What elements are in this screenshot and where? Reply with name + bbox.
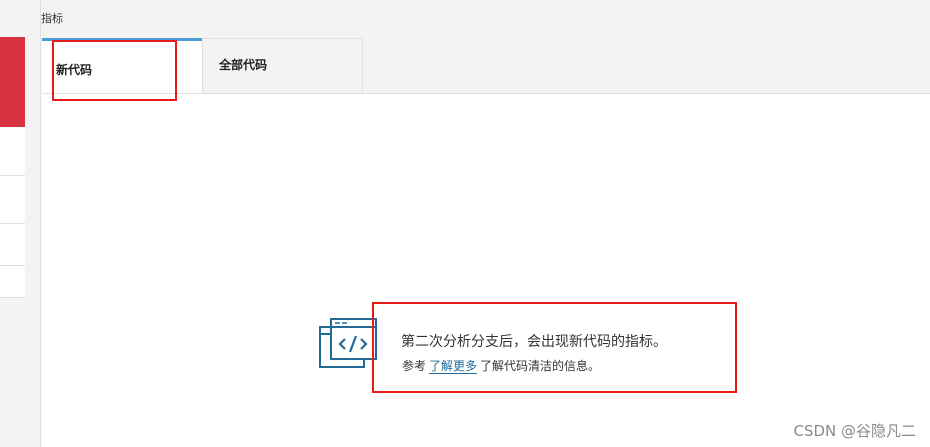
- empty-state-message: 第二次分析分支后，会出现新代码的指标。: [401, 334, 667, 350]
- learn-more-link[interactable]: 了解更多: [429, 359, 478, 374]
- page: 指标 新代码 全部代码 第二次分析分支后，会出现新代码的指标。 参考 了解更多 了解…: [0, 0, 930, 447]
- empty-state-hint-prefix: 参考: [402, 359, 427, 373]
- left-panel-row-divider: [0, 223, 25, 225]
- empty-state-hint-suffix: 了解代码清洁的信息。: [480, 359, 601, 373]
- tab-content-area: [42, 93, 930, 447]
- tab-new-code-label: 新代码: [56, 63, 93, 77]
- section-title: 指标: [41, 12, 63, 25]
- tab-all-code[interactable]: 全部代码: [202, 38, 363, 93]
- panel-divider: [40, 0, 41, 447]
- left-panel-row-divider: [0, 265, 25, 267]
- left-panel-row-divider: [0, 175, 25, 177]
- code-window-icon: [319, 318, 377, 368]
- left-panel-fragment: [0, 37, 25, 298]
- left-panel-row-divider: [0, 297, 25, 299]
- left-panel-red-block[interactable]: [0, 37, 25, 127]
- watermark: CSDN @谷隐凡二: [793, 422, 916, 440]
- tab-new-code[interactable]: 新代码: [42, 38, 202, 93]
- empty-state-hint: 参考 了解更多 了解代码清洁的信息。: [402, 357, 600, 374]
- tab-all-code-label: 全部代码: [219, 58, 268, 72]
